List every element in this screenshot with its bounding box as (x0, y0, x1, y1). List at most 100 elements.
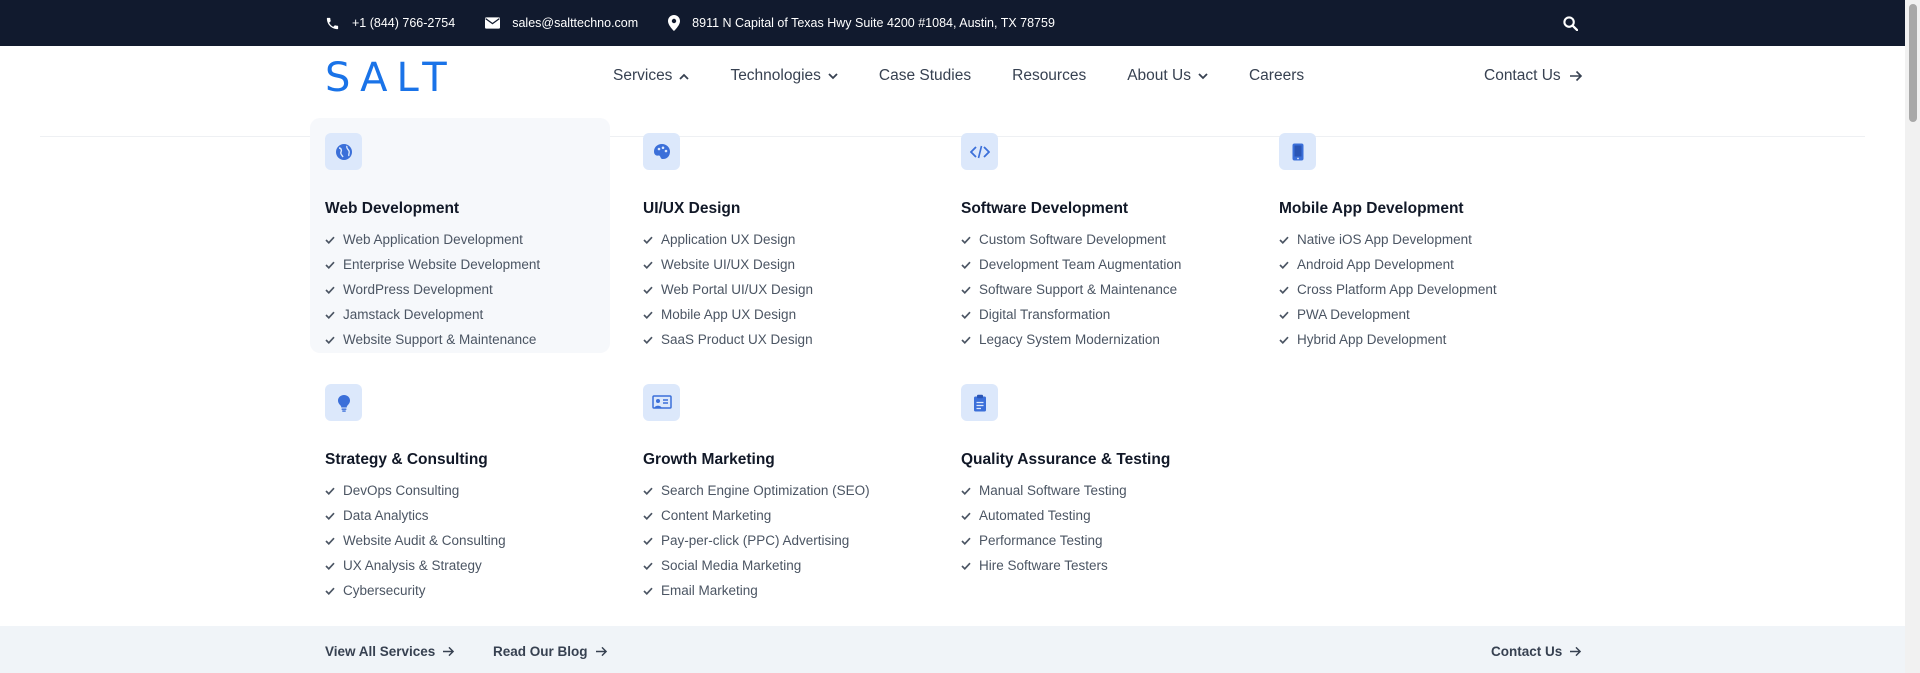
service-link[interactable]: Hybrid App Development (1279, 327, 1497, 352)
check-icon (961, 336, 971, 344)
service-link[interactable]: Enterprise Website Development (325, 252, 540, 277)
service-link[interactable]: DevOps Consulting (325, 478, 506, 503)
category-links: Manual Software Testing Automated Testin… (961, 478, 1127, 578)
check-icon (961, 512, 971, 520)
service-label: DevOps Consulting (343, 483, 460, 498)
service-link[interactable]: UX Analysis & Strategy (325, 553, 506, 578)
service-link[interactable]: Performance Testing (961, 528, 1127, 553)
service-label: Android App Development (1297, 257, 1454, 272)
email-link[interactable]: sales@salttechno.com (485, 16, 638, 30)
service-label: Website Audit & Consulting (343, 533, 506, 548)
category-title: Growth Marketing (643, 451, 775, 468)
category-links: DevOps Consulting Data Analytics Website… (325, 478, 506, 603)
category-mobile-app-development: Mobile App Development Native iOS App De… (1264, 118, 1564, 353)
service-label: Automated Testing (979, 508, 1091, 523)
service-label: Email Marketing (661, 583, 758, 598)
service-link[interactable]: Data Analytics (325, 503, 506, 528)
nav-item-services[interactable]: Services (613, 67, 690, 85)
service-label: PWA Development (1297, 307, 1410, 322)
service-label: Custom Software Development (979, 232, 1166, 247)
service-link[interactable]: Website Audit & Consulting (325, 528, 506, 553)
nav-item-resources[interactable]: Resources (1012, 67, 1086, 85)
check-icon (961, 537, 971, 545)
service-label: Data Analytics (343, 508, 429, 523)
service-link[interactable]: Mobile App UX Design (643, 302, 813, 327)
service-link[interactable]: Manual Software Testing (961, 478, 1127, 503)
check-icon (961, 286, 971, 294)
address-link[interactable]: 8911 N Capital of Texas Hwy Suite 4200 #… (668, 15, 1055, 31)
service-label: Web Application Development (343, 232, 523, 247)
salt-logo[interactable]: SALT (325, 58, 456, 98)
service-link[interactable]: Website UI/UX Design (643, 252, 813, 277)
category-title: Mobile App Development (1279, 200, 1464, 217)
read-our-blog-link[interactable]: Read Our Blog (493, 644, 608, 659)
service-link[interactable]: Cybersecurity (325, 578, 506, 603)
service-link[interactable]: Social Media Marketing (643, 553, 870, 578)
view-all-services-link[interactable]: View All Services (325, 644, 455, 659)
service-link[interactable]: SaaS Product UX Design (643, 327, 813, 352)
service-link[interactable]: Legacy System Modernization (961, 327, 1181, 352)
check-icon (643, 236, 653, 244)
check-icon (961, 261, 971, 269)
check-icon (1279, 286, 1289, 294)
service-link[interactable]: Cross Platform App Development (1279, 277, 1497, 302)
location-pin-icon (668, 15, 681, 31)
check-icon (643, 562, 653, 570)
service-link[interactable]: Development Team Augmentation (961, 252, 1181, 277)
footer-contact-us-link[interactable]: Contact Us (1491, 644, 1582, 659)
service-label: Development Team Augmentation (979, 257, 1182, 272)
service-label: Cross Platform App Development (1297, 282, 1497, 297)
service-link[interactable]: Website Support & Maintenance (325, 327, 540, 352)
nav-item-technologies[interactable]: Technologies (730, 67, 838, 85)
check-icon (325, 512, 335, 520)
service-link[interactable]: Software Support & Maintenance (961, 277, 1181, 302)
search-button[interactable] (1560, 13, 1580, 33)
service-link[interactable]: WordPress Development (325, 277, 540, 302)
code-icon (961, 133, 998, 170)
nav-item-careers[interactable]: Careers (1249, 67, 1304, 85)
phone-icon (326, 17, 339, 29)
nav-item-about-us[interactable]: About Us (1127, 67, 1208, 85)
category-title: Strategy & Consulting (325, 451, 488, 468)
service-link[interactable]: Email Marketing (643, 578, 870, 603)
category-links: Application UX Design Website UI/UX Desi… (643, 227, 813, 352)
scrollbar-thumb[interactable] (1909, 4, 1917, 122)
check-icon (325, 261, 335, 269)
service-link[interactable]: Application UX Design (643, 227, 813, 252)
service-link[interactable]: Hire Software Testers (961, 553, 1127, 578)
category-growth-marketing: Growth Marketing Search Engine Optimizat… (628, 369, 928, 604)
mega-menu-footer: View All Services Read Our Blog Contact … (0, 626, 1905, 673)
service-link[interactable]: Jamstack Development (325, 302, 540, 327)
service-link[interactable]: Web Portal UI/UX Design (643, 277, 813, 302)
check-icon (325, 487, 335, 495)
service-link[interactable]: Content Marketing (643, 503, 870, 528)
nav-item-case-studies[interactable]: Case Studies (879, 67, 971, 85)
service-label: Jamstack Development (343, 307, 484, 322)
service-link[interactable]: Search Engine Optimization (SEO) (643, 478, 870, 503)
service-link[interactable]: Custom Software Development (961, 227, 1181, 252)
service-link[interactable]: Native iOS App Development (1279, 227, 1497, 252)
check-icon (961, 487, 971, 495)
chevron-down-icon (1198, 72, 1208, 79)
service-link[interactable]: Android App Development (1279, 252, 1497, 277)
check-icon (325, 311, 335, 319)
check-icon (325, 336, 335, 344)
category-web-development: Web Development Web Application Developm… (310, 118, 610, 353)
service-link[interactable]: Web Application Development (325, 227, 540, 252)
nav-item-label: About Us (1127, 67, 1191, 84)
service-link[interactable]: Automated Testing (961, 503, 1127, 528)
service-link[interactable]: Digital Transformation (961, 302, 1181, 327)
service-label: Social Media Marketing (661, 558, 802, 573)
service-link[interactable]: Pay-per-click (PPC) Advertising (643, 528, 870, 553)
service-link[interactable]: PWA Development (1279, 302, 1497, 327)
lightbulb-icon (325, 384, 362, 421)
category-title: Quality Assurance & Testing (961, 451, 1171, 468)
check-icon (325, 587, 335, 595)
page-scrollbar[interactable] (1905, 0, 1920, 673)
check-icon (1279, 336, 1289, 344)
search-icon (1562, 15, 1578, 31)
phone-link[interactable]: +1 (844) 766-2754 (325, 16, 455, 31)
contact-us-link[interactable]: Contact Us (1484, 46, 1583, 106)
check-icon (643, 336, 653, 344)
top-contact-bar: +1 (844) 766-2754 sales@salttechno.com 8… (0, 0, 1920, 46)
